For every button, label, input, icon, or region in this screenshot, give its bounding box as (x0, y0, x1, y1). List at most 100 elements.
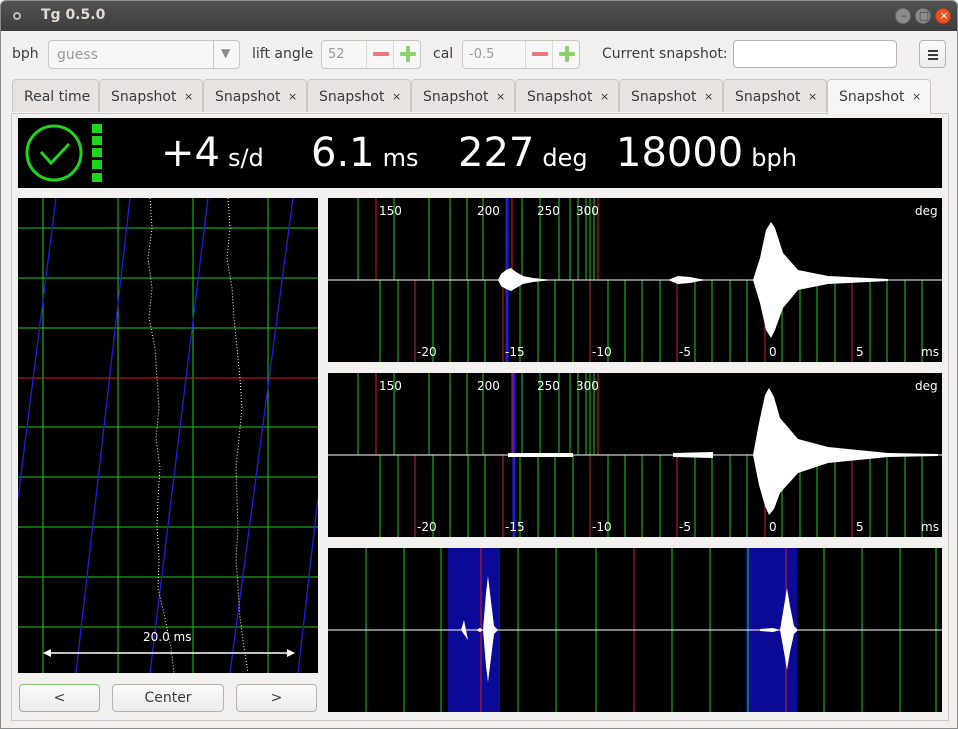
tab-snapshot-2[interactable]: Snapshot × (203, 79, 307, 112)
bph-label: bph (12, 46, 39, 62)
tab-close-icon[interactable]: × (496, 90, 505, 103)
ms-tick-label: -20 (417, 520, 437, 534)
ms-tick-label: 5 (856, 345, 864, 359)
tab-label: Snapshot (215, 89, 281, 105)
hamburger-icon (928, 50, 938, 52)
rate-unit: s/d (227, 144, 264, 172)
previous-button[interactable]: < (19, 684, 100, 712)
next-button[interactable]: > (236, 684, 317, 712)
ms-tick-label: -20 (417, 345, 437, 359)
tab-label: Snapshot (423, 89, 489, 105)
deg-tick-label: 300 (576, 204, 599, 218)
dropdown-arrow-icon: ▼ (221, 46, 231, 60)
ms-tick-label: -10 (592, 520, 612, 534)
rate-readout: +4 s/d (161, 130, 264, 176)
amplitude-unit: deg (542, 144, 588, 172)
waveform-period-display (328, 548, 942, 712)
beat-error-readout: 6.1 ms (311, 130, 419, 176)
cal-value: -0.5 (469, 47, 495, 62)
tab-close-icon[interactable]: × (912, 90, 921, 103)
paperstrip-scale-label: 20.0 ms (143, 630, 192, 644)
maximize-icon: □ (918, 9, 930, 22)
close-icon: × (939, 9, 949, 22)
app-icon (13, 12, 21, 20)
tab-bar: Real time Snapshot × Snapshot × Snapshot… (12, 79, 942, 114)
rate-value: +4 (161, 130, 220, 176)
lift-angle-spinbutton[interactable]: 52 (321, 40, 421, 69)
tab-real-time[interactable]: Real time (12, 79, 99, 112)
tab-label: Snapshot (735, 89, 801, 105)
bph-combobox-value: guess (57, 47, 98, 63)
signal-strength-icon (92, 124, 102, 182)
clock-check-icon (25, 124, 83, 182)
ms-tick-label: 5 (856, 520, 864, 534)
tab-snapshot-6[interactable]: Snapshot × (619, 79, 723, 112)
deg-tick-label: 250 (537, 379, 560, 393)
waveform-tic-display: 150 200 250 300 deg -20 -15 -10 -5 0 5 m… (328, 198, 942, 362)
cal-label: cal (433, 46, 454, 62)
ms-unit-label: ms (921, 520, 939, 534)
tab-snapshot-7[interactable]: Snapshot × (723, 79, 827, 112)
tab-close-icon[interactable]: × (184, 90, 193, 103)
maximize-button[interactable]: □ (915, 8, 931, 24)
minimize-icon: – (901, 9, 907, 22)
ms-tick-label: -5 (679, 520, 691, 534)
lift-angle-decrement-button[interactable] (366, 41, 394, 68)
ms-tick-label: 0 (769, 345, 777, 359)
ms-tick-label: -10 (592, 345, 612, 359)
tab-snapshot-5[interactable]: Snapshot × (515, 79, 619, 112)
tab-snapshot-1[interactable]: Snapshot × (99, 79, 203, 112)
deg-tick-label: 150 (379, 379, 402, 393)
main-menu-button[interactable] (919, 40, 946, 68)
amplitude-readout: 227 deg (458, 130, 588, 176)
tab-snapshot-3[interactable]: Snapshot × (307, 79, 411, 112)
cal-decrement-button[interactable] (525, 41, 553, 68)
tab-close-icon[interactable]: × (392, 90, 401, 103)
tab-close-icon[interactable]: × (808, 90, 817, 103)
title-bar[interactable]: Tg 0.5.0 – □ × (1, 1, 957, 31)
ms-tick-label: -15 (505, 520, 525, 534)
center-button[interactable]: Center (112, 684, 224, 712)
toolbar: bph guess ▼ lift angle 52 cal -0.5 Curre… (1, 31, 957, 77)
minimize-button[interactable]: – (895, 8, 911, 24)
tab-label: Snapshot (111, 89, 177, 105)
tab-snapshot-8[interactable]: Snapshot × (827, 79, 931, 114)
tab-label: Snapshot (527, 89, 593, 105)
deg-tick-label: 250 (537, 204, 560, 218)
ms-tick-label: 0 (769, 520, 777, 534)
deg-tick-label: 200 (477, 379, 500, 393)
tab-label: Snapshot (319, 89, 385, 105)
lift-angle-label: lift angle (252, 46, 314, 62)
ms-tick-label: -5 (679, 345, 691, 359)
waveform-toc-display: 150 200 250 300 deg -20 -15 -10 -5 0 5 m… (328, 373, 942, 537)
tab-close-icon[interactable]: × (600, 90, 609, 103)
tab-label: Snapshot (839, 89, 905, 105)
cal-increment-button[interactable] (552, 41, 580, 68)
bph-combobox[interactable]: guess ▼ (48, 40, 240, 69)
beat-error-unit: ms (382, 144, 419, 172)
window-title: Tg 0.5.0 (41, 7, 106, 23)
snapshot-name-input[interactable] (733, 40, 897, 68)
deg-unit-label: deg (915, 379, 938, 393)
tab-snapshot-4[interactable]: Snapshot × (411, 79, 515, 112)
cal-spinbutton[interactable]: -0.5 (462, 40, 580, 69)
paperstrip-plot (18, 198, 318, 673)
deg-tick-label: 150 (379, 204, 402, 218)
paperstrip-display[interactable]: 20.0 ms (18, 198, 318, 673)
beat-error-value: 6.1 (311, 130, 375, 176)
tab-close-icon[interactable]: × (704, 90, 713, 103)
app-window: Tg 0.5.0 – □ × bph guess ▼ lift angle 52… (0, 0, 958, 729)
tab-close-icon[interactable]: × (288, 90, 297, 103)
lift-angle-increment-button[interactable] (393, 41, 421, 68)
deg-unit-label: deg (915, 204, 938, 218)
bph-value: 18000 (616, 130, 744, 176)
close-window-button[interactable]: × (935, 8, 951, 24)
amplitude-value: 227 (458, 130, 535, 176)
bph-unit: bph (751, 144, 797, 172)
deg-tick-label: 300 (576, 379, 599, 393)
current-snapshot-label: Current snapshot: (602, 46, 728, 62)
lift-angle-value: 52 (328, 47, 345, 62)
tab-label: Real time (24, 89, 91, 105)
deg-tick-label: 200 (477, 204, 500, 218)
bph-readout: 18000 bph (616, 130, 797, 176)
